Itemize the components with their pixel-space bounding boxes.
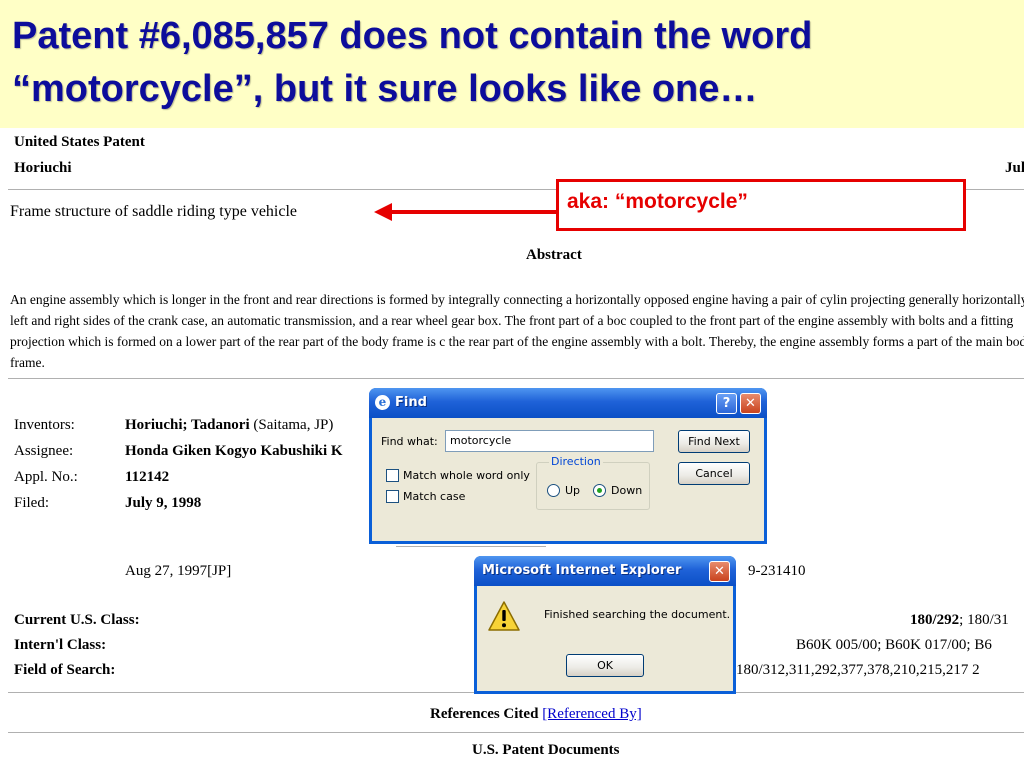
field-label-inventors: Inventors: [14, 417, 75, 433]
field-value-assignee: Honda Giken Kogyo Kabushiki K [125, 443, 343, 459]
callout-box: aka: “motorcycle” [556, 179, 966, 231]
find-dialog: e Find ? ✕ Find what: motorcycle Find Ne… [369, 388, 767, 544]
patent-inventor-short: Horiuchi [14, 160, 72, 176]
divider [8, 732, 1024, 733]
field-value-inventors: Horiuchi; Tadanori (Saitama, JP) [125, 417, 334, 433]
direction-groupbox: Direction Up Down [536, 455, 650, 510]
find-dialog-title: Find [395, 395, 427, 410]
slide-title: Patent #6,085,857 does not contain the w… [12, 10, 1012, 116]
abstract-text: An engine assembly which is longer in th… [10, 292, 1024, 370]
direction-up-label: Up [565, 484, 581, 497]
class-value-current: 180/292; 180/31 [910, 612, 1009, 628]
referenced-by-link[interactable]: [Referenced By] [542, 706, 642, 722]
class-value-field-of-search: 180/312,311,292,377,378,210,215,217 2 [736, 662, 980, 678]
find-what-input[interactable]: motorcycle [445, 430, 654, 452]
slide-title-line-2: “motorcycle”, but it sure looks like one… [12, 68, 758, 110]
message-close-button[interactable]: ✕ [709, 561, 730, 582]
field-label-assignee: Assignee: [14, 443, 74, 459]
message-text: Finished searching the document. [544, 608, 731, 621]
field-value-filed: July 9, 1998 [125, 495, 202, 511]
class-label-current: Current U.S. Class: [14, 612, 140, 628]
match-case-label: Match case [403, 490, 466, 503]
field-label-appl-no: Appl. No.: [14, 469, 78, 485]
message-dialog-title: Microsoft Internet Explorer [482, 563, 682, 578]
field-value-appl-no: 112142 [125, 469, 170, 485]
references-heading: References Cited [430, 706, 539, 722]
class-label-international: Intern'l Class: [14, 637, 107, 653]
match-case-checkbox[interactable] [386, 490, 399, 503]
patent-source: United States Patent [14, 134, 145, 150]
field-label-filed: Filed: [14, 495, 50, 511]
class-value-international: B60K 005/00; B60K 017/00; B6 [796, 637, 992, 653]
divider [396, 546, 546, 547]
find-close-button[interactable]: ✕ [740, 393, 761, 414]
patent-date-partial: Jul [1005, 160, 1024, 176]
match-whole-word-checkbox[interactable] [386, 469, 399, 482]
message-dialog: Microsoft Internet Explorer ✕ Finished s… [474, 556, 736, 694]
priority-number: 9-231410 [748, 563, 806, 579]
us-patent-documents-heading: U.S. Patent Documents [472, 742, 620, 758]
ie-icon: e [375, 395, 390, 410]
class-label-field-of-search: Field of Search: [14, 662, 116, 678]
ok-button[interactable]: OK [566, 654, 644, 677]
abstract-heading: Abstract [526, 247, 582, 263]
references-cited: References Cited [Referenced By] [430, 706, 642, 723]
priority-date: Aug 27, 1997[JP] [125, 563, 232, 579]
find-next-button[interactable]: Find Next [678, 430, 750, 453]
match-whole-word-label: Match whole word only [403, 469, 530, 482]
help-button[interactable]: ? [716, 393, 737, 414]
direction-down-label: Down [611, 484, 643, 497]
direction-label: Direction [549, 455, 603, 468]
direction-down-radio[interactable] [593, 484, 606, 497]
callout-text: aka: “motorcycle” [567, 190, 748, 213]
message-dialog-titlebar[interactable]: Microsoft Internet Explorer ✕ [474, 556, 736, 586]
message-dialog-body: Finished searching the document. OK [477, 586, 733, 691]
find-what-label: Find what: [381, 435, 438, 448]
direction-up-radio[interactable] [547, 484, 560, 497]
find-dialog-body: Find what: motorcycle Find Next Cancel M… [372, 418, 764, 541]
slide-title-line-1: Patent #6,085,857 does not contain the w… [12, 15, 813, 57]
warning-icon [488, 601, 520, 631]
patent-title: Frame structure of saddle riding type ve… [10, 203, 298, 220]
find-dialog-titlebar[interactable]: e Find ? ✕ [369, 388, 767, 418]
divider [8, 378, 1024, 379]
cancel-button[interactable]: Cancel [678, 462, 750, 485]
callout-arrow [374, 203, 558, 221]
